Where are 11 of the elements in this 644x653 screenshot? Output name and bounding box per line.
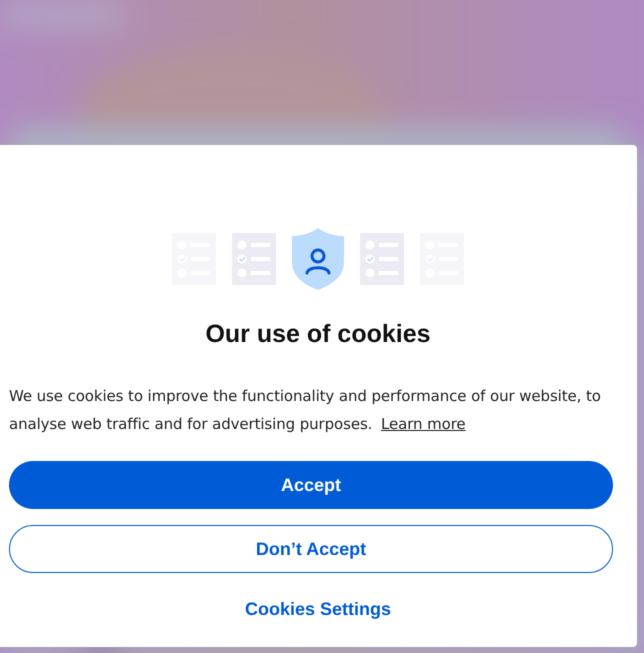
checklist-icon: [232, 233, 276, 285]
shield-user-icon: [292, 228, 344, 290]
checklist-icon: [172, 233, 216, 285]
decline-button[interactable]: Don’t Accept: [9, 525, 613, 573]
accept-button[interactable]: Accept: [9, 461, 613, 509]
learn-more-link[interactable]: Learn more: [381, 415, 466, 433]
dialog-title: Our use of cookies: [205, 320, 431, 349]
checklist-icon: [360, 233, 404, 285]
settings-button[interactable]: Cookies Settings: [238, 595, 398, 624]
checklist-icon: [420, 233, 464, 285]
cookie-description: We use cookies to improve the functionality and performance of our website, to analyse web traffic and for advertising purposes. Learn more: [9, 386, 602, 435]
